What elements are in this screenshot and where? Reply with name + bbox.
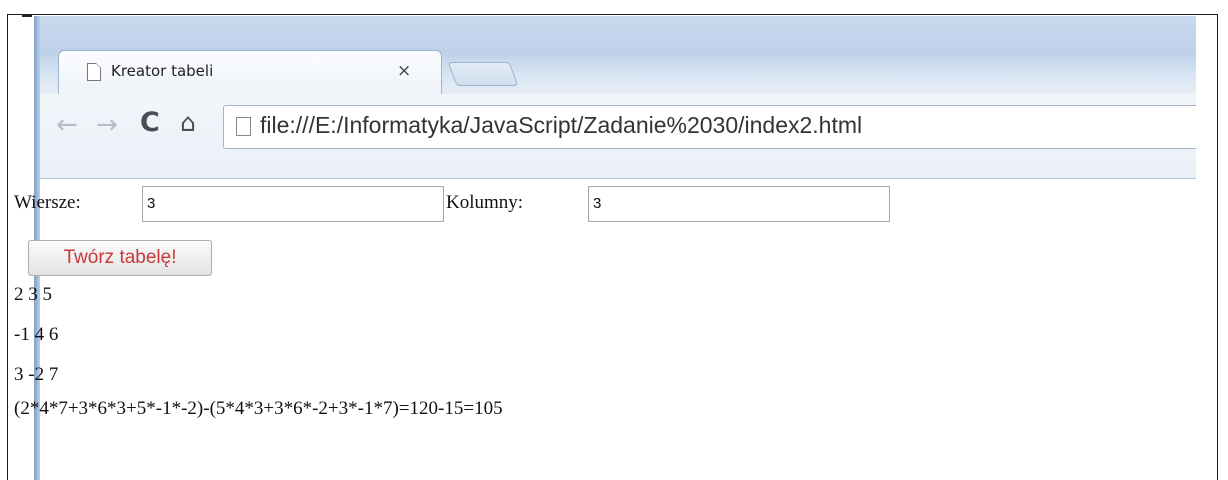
reload-icon[interactable]: C: [140, 107, 160, 138]
new-tab-button[interactable]: [447, 62, 519, 86]
frame-top-line: [7, 14, 1218, 15]
frame-right-line: [1217, 14, 1218, 480]
matrix-row: 2 3 5: [14, 284, 52, 305]
tab-title: Kreator tabeli: [111, 62, 214, 80]
forward-arrow-icon[interactable]: →: [96, 110, 118, 140]
frame-left-line: [7, 14, 8, 480]
browser-toolbar: ← → C ⌂ file:///E:/Informatyka/JavaScrip…: [40, 94, 1196, 179]
columns-label: Kolumny:: [446, 192, 524, 213]
create-table-button[interactable]: Twórz tabelę!: [28, 240, 212, 276]
rows-input[interactable]: 3: [142, 186, 444, 222]
matrix-row: 3 -2 7: [14, 364, 59, 385]
rows-label: Wiersze:: [14, 192, 81, 213]
determinant-result: (2*4*7+3*6*3+5*-1*-2)-(5*4*3+3*6*-2+3*-1…: [14, 398, 503, 419]
url-text: file:///E:/Informatyka/JavaScript/Zadani…: [260, 112, 863, 138]
columns-input[interactable]: 3: [588, 186, 890, 222]
file-page-icon: [236, 117, 251, 136]
home-icon[interactable]: ⌂: [180, 108, 196, 137]
frame-corner-mark: [22, 14, 32, 17]
address-bar[interactable]: file:///E:/Informatyka/JavaScript/Zadani…: [223, 105, 1196, 149]
back-arrow-icon[interactable]: ←: [56, 110, 78, 140]
browser-tab[interactable]: Kreator tabeli ×: [58, 50, 442, 95]
matrix-row: -1 4 6: [14, 324, 59, 345]
page-icon: [87, 63, 101, 81]
title-bar: Kreator tabeli ×: [40, 16, 1196, 96]
close-tab-icon[interactable]: ×: [397, 61, 411, 81]
